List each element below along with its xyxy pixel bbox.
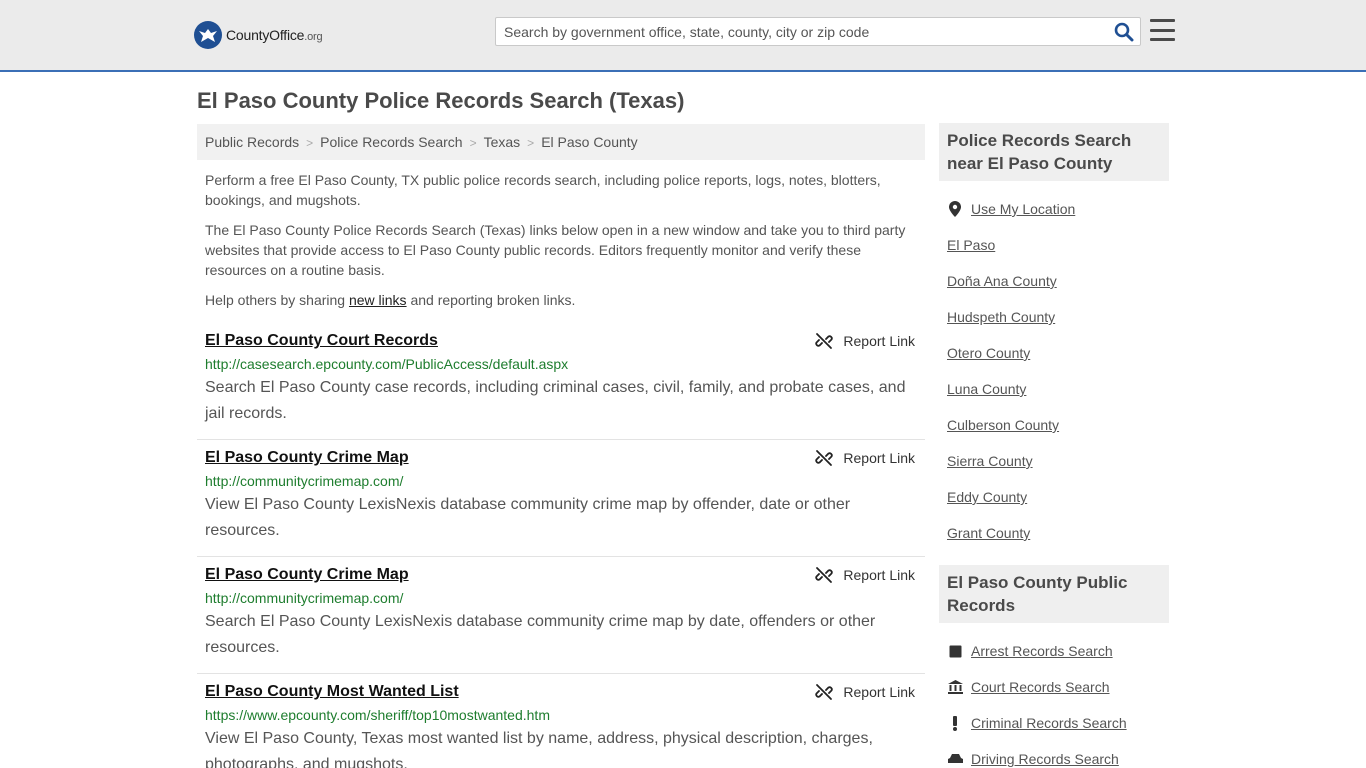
public-records-heading: El Paso County Public Records: [939, 565, 1169, 623]
logo-main-text: CountyOffice: [226, 27, 305, 43]
result-description: View El Paso County, Texas most wanted l…: [205, 730, 873, 768]
arrest-records-link[interactable]: Arrest Records Search: [971, 643, 1113, 659]
broken-link-icon: [815, 333, 834, 349]
public-record-item: Criminal Records Search: [947, 705, 1161, 741]
breadcrumb-el-paso-county[interactable]: El Paso County: [541, 134, 638, 150]
result-item: El Paso County Crime Map Report Link htt…: [197, 440, 925, 557]
public-record-item: Driving Records Search: [947, 741, 1161, 768]
public-record-item: Court Records Search: [947, 669, 1161, 705]
intro-paragraph-1: Perform a free El Paso County, TX public…: [205, 172, 881, 208]
intro-paragraph-2: The El Paso County Police Records Search…: [205, 222, 906, 278]
nearby-item: Grant County: [947, 515, 1161, 551]
nearby-link-luna-county[interactable]: Luna County: [947, 381, 1026, 397]
nearby-link-eddy-county[interactable]: Eddy County: [947, 489, 1027, 505]
nearby-link-sierra-county[interactable]: Sierra County: [947, 453, 1033, 469]
breadcrumb-separator: >: [469, 136, 477, 150]
search-icon: [1114, 22, 1134, 42]
result-item: El Paso County Crime Map Report Link htt…: [197, 557, 925, 674]
result-url: http://communitycrimemap.com/: [205, 590, 404, 606]
nearby-item: Luna County: [947, 371, 1161, 407]
nearby-link-dona-ana-county[interactable]: Doña Ana County: [947, 273, 1057, 289]
intro-p3-after: and reporting broken links.: [406, 292, 576, 308]
result-url: http://casesearch.epcounty.com/PublicAcc…: [205, 356, 569, 372]
report-link-button[interactable]: Report Link: [815, 449, 915, 467]
nearby-item: Sierra County: [947, 443, 1161, 479]
logo-suffix-text: .org: [304, 31, 323, 43]
map-pin-icon: [947, 201, 963, 217]
nearby-heading: Police Records Search near El Paso Count…: [939, 123, 1169, 181]
nearby-list: Use My Location El Paso Doña Ana County …: [939, 181, 1169, 557]
breadcrumb-separator: >: [306, 136, 314, 150]
nearby-item: Hudspeth County: [947, 299, 1161, 335]
site-logo[interactable]: CountyOffice.org: [194, 21, 323, 49]
report-link-label: Report Link: [843, 333, 915, 349]
use-my-location-link[interactable]: Use My Location: [971, 201, 1075, 217]
result-item: El Paso County Most Wanted List Report L…: [197, 674, 925, 768]
result-title-link[interactable]: El Paso County Most Wanted List: [205, 682, 459, 702]
nearby-item: Eddy County: [947, 479, 1161, 515]
result-description: Search El Paso County case records, incl…: [205, 379, 906, 422]
result-title-link[interactable]: El Paso County Court Records: [205, 331, 438, 351]
hamburger-menu-icon[interactable]: [1150, 19, 1175, 41]
nearby-link-el-paso[interactable]: El Paso: [947, 237, 995, 253]
nearby-link-grant-county[interactable]: Grant County: [947, 525, 1030, 541]
courthouse-icon: [947, 680, 963, 694]
search-input[interactable]: [496, 18, 1106, 45]
use-my-location-item: Use My Location: [947, 191, 1161, 227]
page-title: El Paso County Police Records Search (Te…: [197, 88, 685, 113]
sidebar: Police Records Search near El Paso Count…: [939, 123, 1169, 768]
exclamation-icon: [947, 715, 963, 731]
intro-paragraph-3: Help others by sharing new links and rep…: [205, 290, 915, 310]
search-box: [495, 17, 1141, 46]
result-title-link[interactable]: El Paso County Crime Map: [205, 565, 409, 585]
criminal-records-link[interactable]: Criminal Records Search: [971, 715, 1127, 731]
public-records-list: Arrest Records Search Court Records Sear…: [939, 623, 1169, 768]
nearby-link-culberson-county[interactable]: Culberson County: [947, 417, 1059, 433]
nearby-item: El Paso: [947, 227, 1161, 263]
court-records-link[interactable]: Court Records Search: [971, 679, 1110, 695]
result-description: Search El Paso County LexisNexis databas…: [205, 613, 876, 656]
result-item: El Paso County Court Records Report Link…: [197, 323, 925, 440]
broken-link-icon: [815, 567, 834, 583]
new-links-link[interactable]: new links: [349, 292, 407, 308]
breadcrumb-police-records-search[interactable]: Police Records Search: [320, 134, 462, 150]
intro-p3-before: Help others by sharing: [205, 292, 349, 308]
result-title-link[interactable]: El Paso County Crime Map: [205, 448, 409, 468]
nearby-link-otero-county[interactable]: Otero County: [947, 345, 1030, 361]
driving-records-link[interactable]: Driving Records Search: [971, 751, 1119, 767]
nearby-link-hudspeth-county[interactable]: Hudspeth County: [947, 309, 1055, 325]
public-record-item: Arrest Records Search: [947, 633, 1161, 669]
car-icon: [947, 753, 963, 765]
nearby-item: Culberson County: [947, 407, 1161, 443]
report-link-label: Report Link: [843, 450, 915, 466]
report-link-label: Report Link: [843, 567, 915, 583]
report-link-button[interactable]: Report Link: [815, 332, 915, 350]
logo-wordmark: CountyOffice.org: [226, 27, 323, 43]
report-link-button[interactable]: Report Link: [815, 566, 915, 584]
breadcrumb-public-records[interactable]: Public Records: [205, 134, 299, 150]
square-icon: [947, 645, 963, 658]
site-header: CountyOffice.org: [0, 0, 1366, 72]
breadcrumb-separator: >: [527, 136, 535, 150]
nearby-item: Doña Ana County: [947, 263, 1161, 299]
breadcrumb-texas[interactable]: Texas: [484, 134, 521, 150]
report-link-label: Report Link: [843, 684, 915, 700]
nearby-item: Otero County: [947, 335, 1161, 371]
broken-link-icon: [815, 450, 834, 466]
result-url: https://www.epcounty.com/sheriff/top10mo…: [205, 707, 550, 723]
results-list: El Paso County Court Records Report Link…: [197, 323, 925, 768]
result-url: http://communitycrimemap.com/: [205, 473, 404, 489]
breadcrumb: Public Records > Police Records Search > Tex…: [197, 124, 925, 160]
result-description: View El Paso County LexisNexis database …: [205, 496, 851, 539]
report-link-button[interactable]: Report Link: [815, 683, 915, 701]
intro-text: Perform a free El Paso County, TX public…: [205, 170, 915, 320]
search-button[interactable]: [1114, 22, 1134, 42]
eagle-seal-icon: [194, 21, 222, 49]
broken-link-icon: [815, 684, 834, 700]
